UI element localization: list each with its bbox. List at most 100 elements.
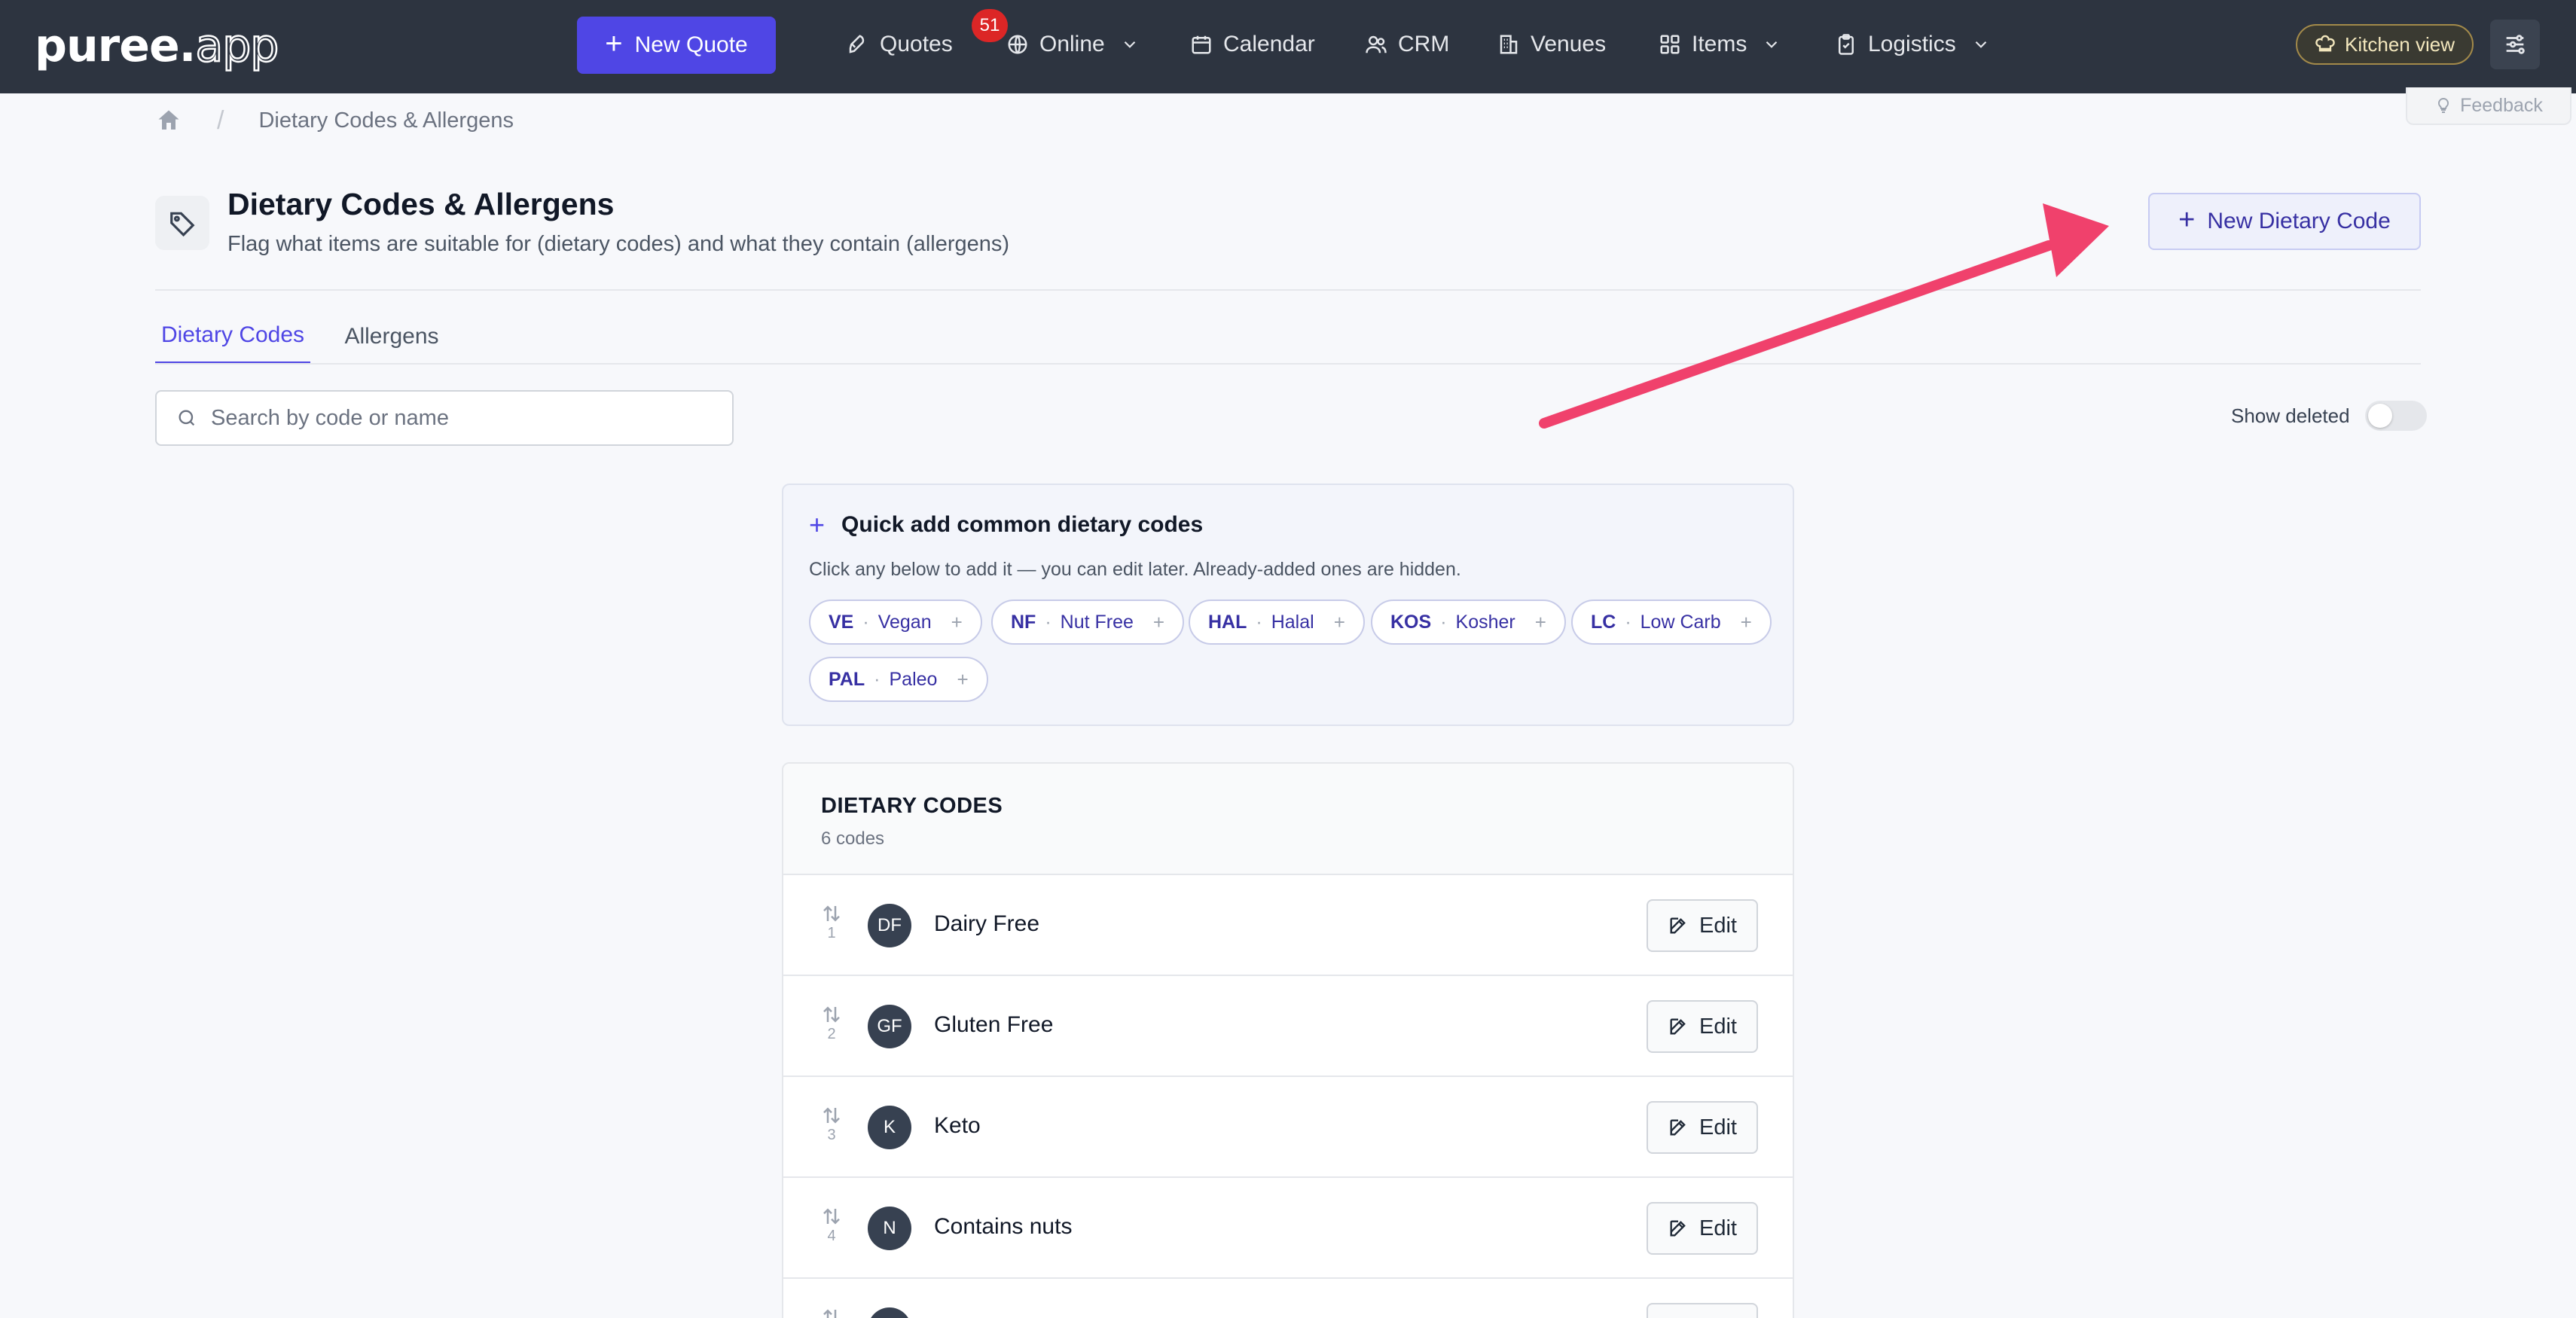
- edit-icon: [1670, 917, 1686, 934]
- chip-name: Low Carb: [1640, 611, 1721, 633]
- edit-button[interactable]: Edit: [1647, 1101, 1758, 1154]
- nav-item-quotes[interactable]: Quotes: [847, 26, 953, 63]
- clipboard-icon: [1839, 34, 1854, 55]
- dietary-codes-card-title: DIETARY CODES: [821, 794, 1003, 818]
- show-deleted-toggle[interactable]: [2364, 401, 2427, 431]
- new-dietary-code-label: New Dietary Code: [2207, 209, 2391, 233]
- search-box: [155, 390, 734, 446]
- chevron-down-icon: [1124, 41, 1135, 48]
- home-icon[interactable]: [155, 107, 182, 134]
- new-quote-label: New Quote: [634, 32, 748, 57]
- settings-sliders-button[interactable]: [2490, 20, 2540, 69]
- quick-add-chip[interactable]: PAL · Paleo +: [809, 657, 988, 702]
- tab-allergens[interactable]: Allergens: [333, 309, 450, 365]
- edit-button[interactable]: Edit: [1647, 1000, 1758, 1053]
- header-divider: [155, 289, 2421, 291]
- new-dietary-code-button[interactable]: + New Dietary Code: [2148, 193, 2421, 250]
- chip-separator: ·: [1256, 611, 1262, 633]
- dietary-codes-card: DIETARY CODES 6 codes 1 DF Dairy Free Ed…: [782, 762, 1794, 1318]
- globe-icon: [1008, 35, 1027, 54]
- row-order-number: 4: [827, 1228, 836, 1244]
- breadcrumb-current: Dietary Codes & Allergens: [258, 108, 514, 133]
- chip-plus-icon: +: [1152, 610, 1165, 633]
- page-subtitle: Flag what items are suitable for (dietar…: [227, 232, 1010, 256]
- quick-add-chip[interactable]: LC · Low Carb +: [1571, 600, 1772, 645]
- chip-name: Kosher: [1455, 611, 1515, 633]
- arrow-shaft: [1539, 240, 2054, 429]
- drag-handle[interactable]: 4: [819, 1205, 844, 1250]
- feedback-button[interactable]: Feedback: [2406, 87, 2571, 125]
- edit-button[interactable]: Edit: [1647, 1202, 1758, 1255]
- row-order-number: 2: [827, 1026, 836, 1042]
- row-order-number: 3: [827, 1127, 836, 1143]
- kitchen-view-label: Kitchen view: [2345, 32, 2455, 56]
- search-icon: [179, 410, 195, 426]
- reorder-arrows-icon: [823, 1107, 840, 1124]
- chip-code: HAL: [1208, 611, 1247, 633]
- tab-dietary-codes[interactable]: Dietary Codes: [155, 309, 310, 365]
- nav-label-logistics: Logistics: [1868, 32, 1956, 56]
- chip-separator: ·: [1045, 611, 1051, 633]
- table-row: 1 DF Dairy Free Edit: [783, 875, 1793, 976]
- nav-item-crm[interactable]: CRM: [1365, 26, 1449, 63]
- chip-plus-icon: +: [957, 667, 969, 691]
- nav-item-calendar[interactable]: Calendar: [1190, 26, 1315, 63]
- nav-label-online: Online: [1039, 32, 1105, 56]
- feedback-label: Feedback: [2460, 94, 2543, 116]
- drag-handle[interactable]: 1: [819, 902, 844, 947]
- edit-button[interactable]: [1647, 1303, 1758, 1318]
- dietary-codes-count: 6 codes: [821, 828, 885, 849]
- app-logo[interactable]: puree.app: [35, 19, 280, 74]
- code-avatar: N: [868, 1207, 911, 1250]
- search-input[interactable]: [211, 405, 708, 431]
- code-avatar: K: [868, 1106, 911, 1149]
- edit-icon: [1670, 1220, 1686, 1237]
- nav-label-calendar: Calendar: [1223, 32, 1315, 56]
- nav-item-logistics[interactable]: Logistics: [1835, 26, 1991, 63]
- building-icon: [1500, 35, 1518, 54]
- table-row: 3 K Keto Edit: [783, 1077, 1793, 1178]
- drag-handle[interactable]: [819, 1306, 844, 1318]
- kitchen-view-button[interactable]: Kitchen view: [2296, 24, 2474, 65]
- chip-plus-icon: +: [1740, 610, 1752, 633]
- reorder-arrows-icon: [823, 1309, 837, 1318]
- drag-handle[interactable]: 3: [819, 1104, 844, 1149]
- breadcrumb: / Dietary Codes & Allergens: [155, 104, 514, 137]
- chip-code: NF: [1011, 611, 1036, 633]
- dietary-codes-card-header: DIETARY CODES 6 codes: [783, 764, 1793, 875]
- code-name: Dairy Free: [934, 911, 1040, 936]
- breadcrumb-separator: /: [217, 105, 224, 135]
- quick-add-chip[interactable]: KOS · Kosher +: [1371, 600, 1566, 645]
- lightbulb-icon: [2438, 97, 2449, 113]
- chip-separator: ·: [862, 611, 869, 633]
- nav-label-quotes: Quotes: [880, 32, 953, 56]
- quick-add-chip[interactable]: NF · Nut Free +: [991, 600, 1185, 645]
- nav-item-online[interactable]: Online: [1006, 26, 1140, 63]
- quick-add-chip[interactable]: VE · Vegan +: [809, 600, 982, 645]
- nav-label-crm: CRM: [1398, 32, 1450, 56]
- chip-separator: ·: [1440, 611, 1447, 633]
- edit-label: Edit: [1699, 1216, 1737, 1240]
- logo-text-light: app: [194, 19, 279, 74]
- reorder-arrows-icon: [823, 905, 840, 922]
- chef-hat-icon: [2315, 35, 2335, 52]
- new-quote-button[interactable]: + New Quote: [577, 17, 776, 74]
- edit-button[interactable]: Edit: [1647, 899, 1758, 952]
- page-title: Dietary Codes & Allergens: [227, 187, 615, 221]
- grid-icon: [1660, 35, 1680, 54]
- chip-name: Halal: [1271, 611, 1314, 633]
- edit-label: Edit: [1699, 1115, 1737, 1140]
- nav-item-items[interactable]: Items: [1659, 26, 1781, 63]
- table-row: 4 N Contains nuts Edit: [783, 1178, 1793, 1279]
- quick-add-chip[interactable]: HAL · Halal +: [1189, 600, 1365, 645]
- page-header-icon: [155, 196, 209, 250]
- chevron-down-icon: [1975, 41, 1986, 48]
- nav-item-venues[interactable]: Venues: [1497, 26, 1606, 63]
- toggle-knob: [2367, 404, 2392, 428]
- code-name: Keto: [934, 1113, 981, 1138]
- drag-handle[interactable]: 2: [819, 1003, 844, 1048]
- table-row: [783, 1279, 1793, 1318]
- code-avatar: DF: [868, 904, 911, 947]
- top-navigation: puree.app + New Quote Quotes 51 Online C…: [0, 0, 2576, 93]
- plus-icon: +: [2178, 204, 2196, 236]
